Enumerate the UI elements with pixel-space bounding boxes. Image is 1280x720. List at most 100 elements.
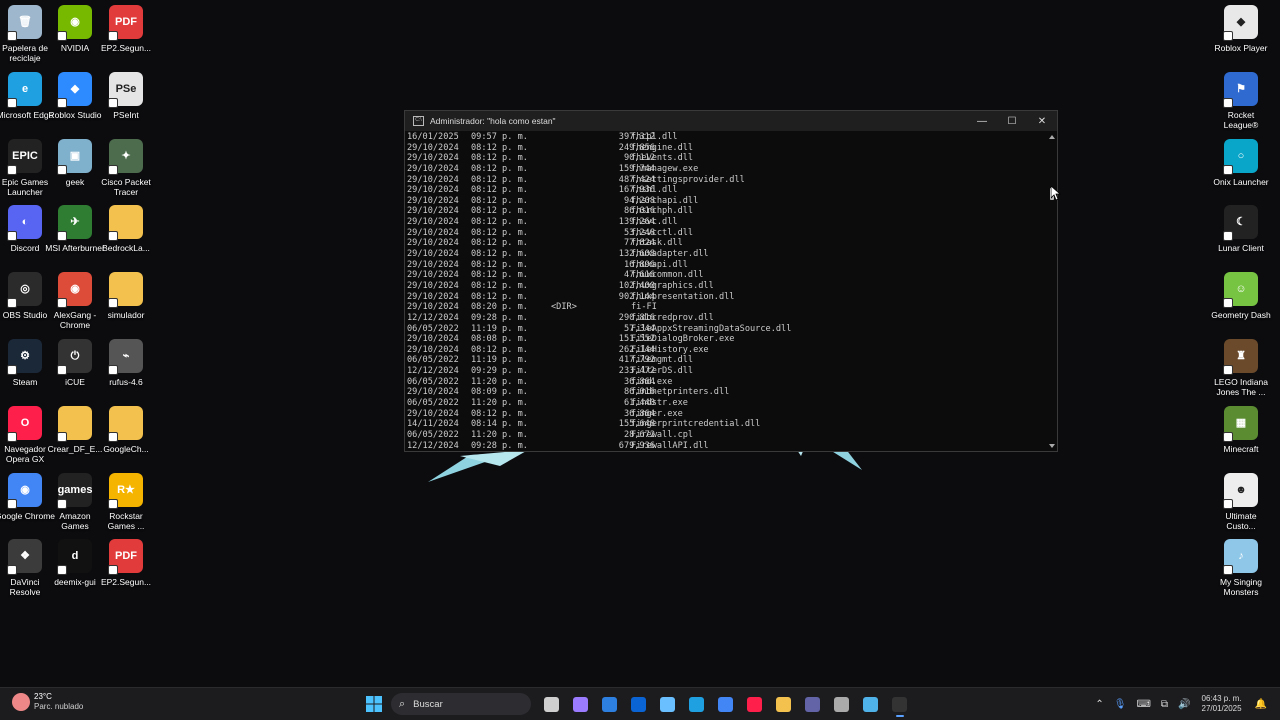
keyboard-icon[interactable]: ⌨ — [1136, 699, 1150, 710]
desktop-shortcut[interactable]: ☾ Lunar Client — [1211, 205, 1271, 253]
desktop-shortcut[interactable]: ⌁ rufus-4.6 — [96, 339, 156, 387]
desktop-shortcut[interactable]: ○ Onix Launcher — [1211, 138, 1271, 187]
taskbar-app-button[interactable] — [597, 691, 623, 717]
taskbar-app-button[interactable] — [684, 691, 710, 717]
taskbar-app-button[interactable] — [887, 691, 913, 717]
desktop-shortcut[interactable]: ⚑ Rocket League® — [1211, 71, 1271, 130]
console-line: 29/10/2024 08:09 p. m. 86,016 findnetprinte… — [407, 387, 1045, 398]
file-time: 08:09 p. m. — [471, 387, 528, 398]
desktop-shortcut[interactable]: PSe PSeInt — [96, 71, 156, 120]
console-line: 14/11/2024 08:14 p. m. 155,648 fingerprintc… — [407, 419, 1045, 430]
pdf-icon: PDF — [109, 539, 143, 575]
desktop-shortcut-label: LEGO Indiana Jones The ... — [1214, 377, 1268, 397]
desktop-shortcut[interactable]: ♪ My Singing Monsters — [1211, 539, 1271, 597]
microphone-icon[interactable]: 🎙 — [1114, 699, 1127, 710]
desktop-shortcut[interactable]: PDF EP2.Segun... — [96, 539, 156, 587]
file-time: 08:12 p. m. — [471, 259, 528, 270]
geometry-dash-icon: ☺ — [1224, 272, 1258, 308]
shortcut-arrow-icon — [1224, 299, 1232, 308]
start-button[interactable] — [363, 693, 385, 715]
scroll-down-icon[interactable] — [1049, 444, 1055, 448]
desktop-shortcut[interactable]: BedrockLa... — [96, 205, 156, 253]
console-line: 29/10/2024 08:12 p. m. 132,608 fhuxadapter.… — [407, 249, 1045, 260]
console-line: 06/05/2022 11:20 p. m. 61,440 findstr.exe — [407, 398, 1045, 409]
desktop-shortcut[interactable]: simulador — [96, 272, 156, 320]
console-line: 29/10/2024 08:20 p. m. <DIR> fi-FI — [407, 302, 1045, 313]
shortcut-arrow-icon — [109, 432, 117, 441]
onix-icon: ○ — [1224, 138, 1258, 174]
my-singing-monsters-icon: ♪ — [1224, 539, 1258, 575]
desktop-shortcut[interactable]: ♜ LEGO Indiana Jones The ... — [1211, 339, 1271, 397]
console-output[interactable]: 16/01/2025 09:57 p. m. 397,312 fhcpl.dll 29/… — [407, 132, 1045, 451]
pdf-icon: PDF — [109, 5, 143, 40]
taskbar-app-button[interactable] — [568, 691, 594, 717]
file-name: fhuxadapter.dll — [631, 249, 709, 260]
taskbar-app-button[interactable] — [539, 691, 565, 717]
taskbar-app-button[interactable] — [800, 691, 826, 717]
file-date: 29/10/2024 — [407, 302, 459, 313]
desktop-shortcut[interactable]: GoogleCh... — [96, 405, 156, 454]
desktop-shortcut[interactable]: ☻ Ultimate Custo... — [1211, 472, 1271, 531]
console-line: 29/10/2024 08:12 p. m. 159,744 fhmanagew.ex… — [407, 164, 1045, 175]
copilot-app-icon — [660, 696, 675, 712]
file-date: 29/10/2024 — [407, 334, 459, 345]
desktop-shortcut-label: Steam — [12, 377, 38, 387]
notification-bell-icon[interactable]: 🔔 — [1255, 699, 1267, 710]
desktop-shortcut[interactable]: ◆ Roblox Player — [1211, 5, 1271, 53]
file-time: 09:28 p. m. — [471, 440, 528, 451]
file-time: 08:12 p. m. — [471, 217, 528, 228]
shortcut-arrow-icon — [109, 299, 117, 308]
file-date: 29/10/2024 — [407, 291, 459, 302]
desktop-shortcut[interactable]: PDF EP2.Segun... — [96, 5, 156, 53]
network-icon[interactable]: ⧉ — [1161, 699, 1168, 710]
shortcut-arrow-icon — [8, 566, 16, 575]
minimize-button[interactable]: — — [967, 111, 997, 131]
shortcut-arrow-icon — [58, 566, 66, 575]
roblox-studio-icon: ◆ — [58, 71, 92, 107]
file-time: 08:12 p. m. — [471, 291, 528, 302]
desktop-shortcut-label: BedrockLa... — [102, 243, 150, 254]
taskbar-app-button[interactable] — [771, 691, 797, 717]
weather-temperature: 23°C — [34, 692, 52, 701]
file-name: fhuxgraphics.dll — [631, 280, 714, 291]
task-view-icon — [544, 696, 559, 712]
taskbar-app-button[interactable] — [858, 691, 884, 717]
taskbar-app-button[interactable] — [829, 691, 855, 717]
speaker-icon[interactable]: 🔊 — [1178, 699, 1190, 710]
desktop-shortcut[interactable]: R★ Rockstar Games ... — [96, 472, 156, 531]
close-button[interactable]: ✕ — [1027, 111, 1057, 131]
maximize-button[interactable]: ☐ — [997, 111, 1027, 131]
weather-icon — [12, 693, 30, 711]
clock[interactable]: 06:43 p. m. 27/01/2025 — [1202, 694, 1242, 714]
file-name: FileDialogBroker.exe — [631, 334, 735, 345]
desktop-shortcut[interactable]: ☺ Geometry Dash — [1211, 272, 1271, 320]
microsoft-store-icon — [602, 696, 617, 712]
scroll-up-icon[interactable] — [1049, 135, 1055, 139]
console-titlebar[interactable]: C:\ Administrador: "hola como estan" — ☐… — [405, 111, 1057, 131]
desktop-shortcut[interactable]: ✦ Cisco Packet Tracer — [96, 138, 156, 197]
taskbar-app-button[interactable] — [713, 691, 739, 717]
search-box[interactable]: ⌕ Buscar — [391, 693, 531, 715]
file-date: 29/10/2024 — [407, 195, 459, 206]
console-scrollbar[interactable] — [1047, 132, 1057, 451]
file-time: 08:12 p. m. — [471, 408, 528, 419]
weather-widget[interactable]: 23°C Parc. nublado — [12, 692, 83, 712]
file-name: finger.exe — [631, 408, 683, 419]
file-date: 29/10/2024 — [407, 387, 459, 398]
desktop-shortcut[interactable]: ▦ Minecraft — [1211, 405, 1271, 454]
taskbar-app-button[interactable] — [626, 691, 652, 717]
console-window[interactable]: C:\ Administrador: "hola como estan" — ☐… — [404, 110, 1058, 452]
file-date: 29/10/2024 — [407, 174, 459, 185]
file-name: findnetprinters.dll — [631, 387, 730, 398]
file-time: 08:14 p. m. — [471, 419, 528, 430]
console-line: 29/10/2024 08:12 p. m. 249,856 fhengine.dll — [407, 143, 1045, 154]
shortcut-arrow-icon — [109, 499, 117, 508]
desktop-shortcut-label: Geometry Dash — [1211, 310, 1271, 321]
shortcut-arrow-icon — [8, 165, 16, 174]
outlook-icon — [631, 696, 646, 712]
file-name: FileHistory.exe — [631, 344, 709, 355]
taskbar-app-button[interactable] — [655, 691, 681, 717]
taskbar-app-button[interactable] — [742, 691, 768, 717]
chevron-up-icon[interactable]: ⌃ — [1095, 699, 1103, 710]
folder-icon — [109, 205, 143, 241]
